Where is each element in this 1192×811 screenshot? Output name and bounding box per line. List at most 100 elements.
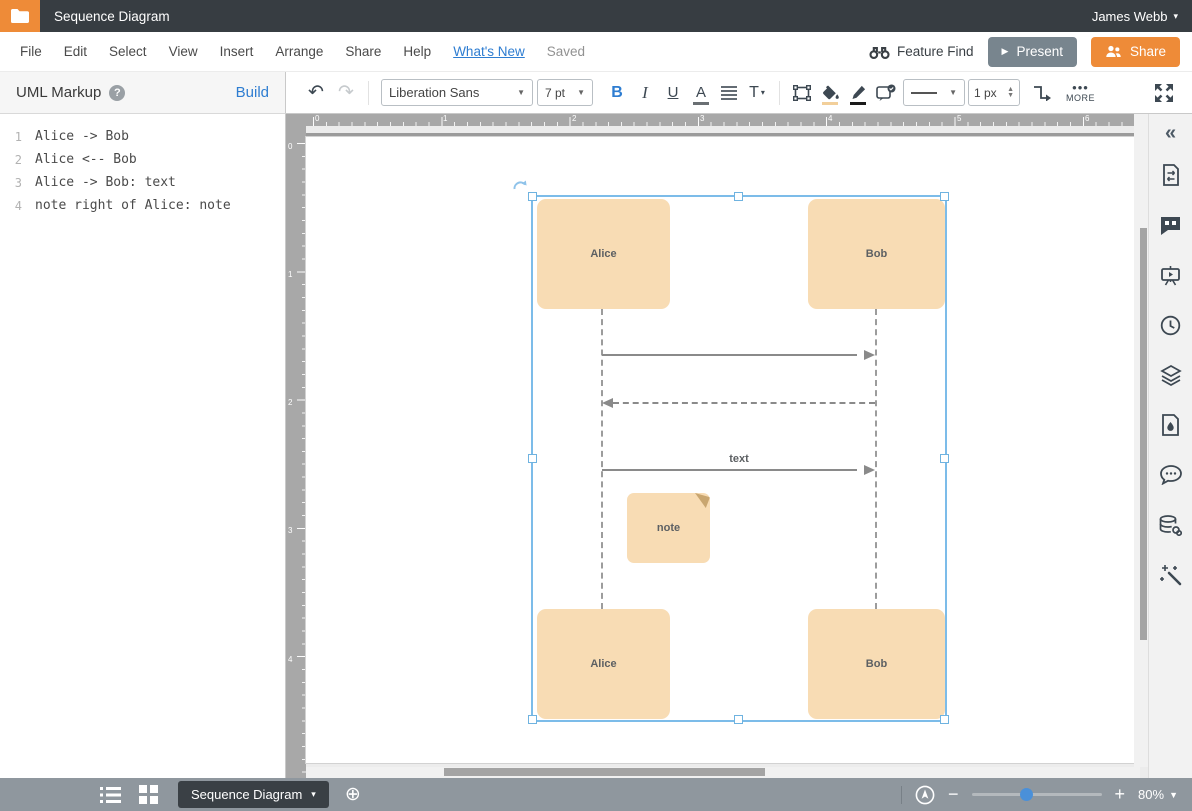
history-button[interactable] (1159, 313, 1183, 337)
resize-handle-w[interactable] (528, 454, 537, 463)
resize-handle-e[interactable] (940, 454, 949, 463)
menu-file[interactable]: File (9, 44, 53, 59)
shape-data-button[interactable] (1159, 163, 1183, 187)
ruler-label: 3 (288, 527, 292, 535)
resize-handle-n[interactable] (734, 192, 743, 201)
uml-markup-editor[interactable]: 1Alice -> Bob 2 Alice <-- Bob 3Alice -> B… (0, 114, 286, 778)
zoom-in-button[interactable]: + (1115, 784, 1126, 805)
font-size-select[interactable]: 7 pt ▼ (537, 79, 593, 106)
menu-view[interactable]: View (158, 44, 209, 59)
code-line[interactable]: 3Alice -> Bob: text (0, 171, 285, 194)
font-family-select[interactable]: Liberation Sans ▼ (381, 79, 533, 106)
collapse-panel-button[interactable]: « (1159, 121, 1183, 145)
menu-arrange[interactable]: Arrange (264, 44, 334, 59)
more-label: MORE (1066, 93, 1095, 103)
text-align-button[interactable] (715, 78, 743, 108)
canvas-area[interactable]: 0 1 2 3 4 5 6 0 1 2 3 4 text Alice Bob A… (286, 114, 1148, 778)
code-text: Alice <-- Bob (35, 152, 137, 167)
add-page-button[interactable]: ⊕ (345, 785, 361, 804)
menu-insert[interactable]: Insert (209, 44, 265, 59)
chevron-down-icon: ▾ (1173, 11, 1178, 22)
zoom-out-button[interactable]: − (948, 784, 959, 805)
code-line[interactable]: 2 Alice <-- Bob (0, 148, 285, 171)
user-menu[interactable]: James Webb ▾ (1092, 9, 1178, 24)
horizontal-scrollbar[interactable] (306, 767, 1140, 778)
text-color-button[interactable]: A (687, 78, 715, 108)
whats-new-link[interactable]: What's New (442, 44, 536, 59)
toolbar-divider (779, 81, 780, 105)
menu-edit[interactable]: Edit (53, 44, 98, 59)
line-color-button[interactable] (844, 78, 872, 108)
page-tab[interactable]: Sequence Diagram ▾ (178, 781, 329, 808)
presentation-button[interactable] (1159, 263, 1183, 287)
resize-handle-nw[interactable] (528, 192, 537, 201)
magic-wand-button[interactable] (1159, 563, 1183, 587)
help-icon[interactable]: ? (109, 85, 125, 101)
fill-color-button[interactable] (816, 78, 844, 108)
documents-folder-button[interactable] (0, 0, 40, 32)
bold-button[interactable]: B (603, 78, 631, 108)
layers-button[interactable] (1159, 363, 1183, 387)
comments-button[interactable] (1159, 463, 1183, 487)
undo-button[interactable]: ↶ (302, 78, 330, 108)
step-down-icon[interactable]: ▼ (1007, 93, 1014, 99)
vertical-scrollbar[interactable] (1134, 114, 1148, 767)
resize-handle-se[interactable] (940, 715, 949, 724)
horizontal-scrollbar-thumb[interactable] (444, 768, 765, 776)
code-line[interactable]: 4note right of Alice: note (0, 194, 285, 217)
text-color-swatch (693, 102, 709, 105)
list-icon (100, 787, 121, 803)
line-number: 2 (0, 153, 22, 167)
elbow-connector-icon (1032, 85, 1052, 101)
ruler-corner (286, 114, 306, 126)
horizontal-ruler: 0 1 2 3 4 5 6 (306, 114, 1148, 126)
stepper-arrows[interactable]: ▲▼ (1007, 87, 1014, 99)
page-grid-button[interactable] (139, 785, 158, 804)
menu-select[interactable]: Select (98, 44, 158, 59)
text-options-button[interactable]: T▾ (743, 78, 771, 108)
ruler-label: 1 (443, 115, 447, 123)
shape-button[interactable] (788, 78, 816, 108)
zoom-slider-thumb[interactable] (1020, 788, 1033, 801)
build-link[interactable]: Build (236, 84, 269, 101)
redo-button[interactable]: ↷ (332, 78, 360, 108)
feature-find-label: Feature Find (897, 44, 974, 59)
fit-to-screen-button[interactable] (915, 785, 935, 805)
share-label: Share (1130, 44, 1166, 59)
rotate-handle[interactable] (512, 178, 528, 192)
menu-bar-actions: Feature Find ▶ Present Share (869, 37, 1180, 67)
line-style-select[interactable]: ▼ (903, 79, 965, 106)
present-button[interactable]: ▶ Present (988, 37, 1077, 67)
menu-help[interactable]: Help (392, 44, 442, 59)
more-tools-button[interactable]: ••• MORE (1066, 78, 1095, 108)
menu-share[interactable]: Share (334, 44, 392, 59)
resize-handle-ne[interactable] (940, 192, 949, 201)
underline-button[interactable]: U (659, 78, 687, 108)
chevron-down-icon: ▼ (949, 88, 957, 97)
line-width-stepper[interactable]: 1 px ▲▼ (968, 79, 1020, 106)
document-list-button[interactable] (100, 787, 121, 803)
share-button[interactable]: Share (1091, 37, 1180, 67)
shape-style-button[interactable] (872, 78, 900, 108)
notes-button[interactable] (1159, 213, 1183, 237)
page-style-button[interactable] (1159, 413, 1183, 437)
code-text: Alice -> Bob: text (35, 175, 176, 190)
resize-handle-s[interactable] (734, 715, 743, 724)
selection-bounding-box[interactable] (531, 195, 947, 722)
zoom-slider[interactable] (972, 793, 1102, 796)
zoom-controls: − + 80% ▼ (901, 784, 1178, 805)
connector-type-button[interactable] (1028, 78, 1056, 108)
zoom-level-select[interactable]: 80% ▼ (1138, 787, 1178, 802)
fullscreen-button[interactable] (1150, 78, 1178, 108)
italic-button[interactable]: I (631, 78, 659, 108)
user-name: James Webb (1092, 9, 1168, 24)
magic-wand-icon (1160, 564, 1182, 586)
resize-handle-sw[interactable] (528, 715, 537, 724)
feature-find-button[interactable]: Feature Find (869, 44, 974, 60)
data-linking-button[interactable] (1159, 513, 1183, 537)
saved-status: Saved (536, 44, 596, 59)
ruler-label: 5 (957, 115, 961, 123)
code-line[interactable]: 1Alice -> Bob (0, 125, 285, 148)
vertical-scrollbar-thumb[interactable] (1140, 228, 1147, 640)
database-link-icon (1159, 515, 1182, 536)
